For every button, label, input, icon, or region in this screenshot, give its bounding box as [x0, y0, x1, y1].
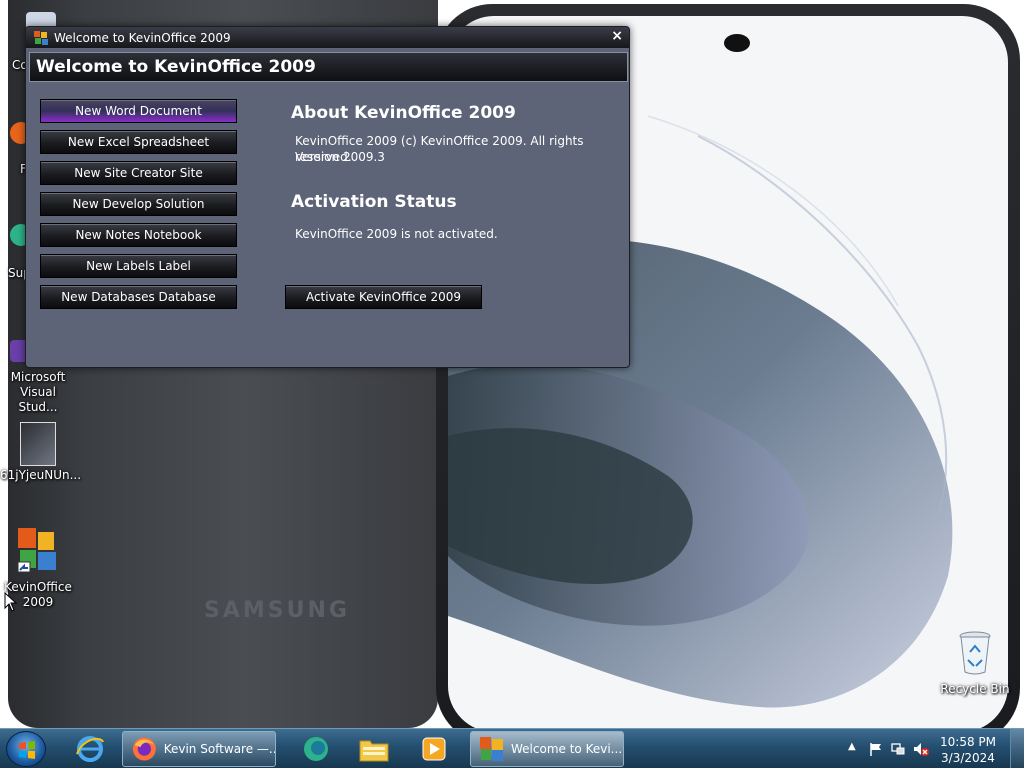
- system-tray: ▲ 10:58 PM 3/3/2024: [834, 729, 1024, 768]
- support-chat-icon: [304, 737, 328, 761]
- taskbar-task-kevinoffice[interactable]: Welcome to Kevi...: [470, 731, 624, 767]
- about-title: About KevinOffice 2009: [291, 103, 516, 123]
- new-site-creator-site-button[interactable]: New Site Creator Site: [40, 161, 237, 185]
- action-center-flag-icon[interactable]: [868, 741, 884, 757]
- network-icon[interactable]: [890, 741, 906, 757]
- start-button[interactable]: [6, 731, 46, 767]
- desktop-icon-recycle-bin[interactable]: Recycle Bin: [937, 630, 1013, 697]
- kevinoffice-welcome-window: Welcome to KevinOffice 2009 × Welcome to…: [25, 26, 630, 368]
- wallpaper-brand: SAMSUNG: [204, 598, 350, 623]
- window-title: Welcome to KevinOffice 2009: [54, 30, 231, 45]
- new-word-document-button[interactable]: New Word Document: [40, 99, 237, 123]
- internet-explorer-icon: [76, 736, 104, 762]
- new-excel-spreadsheet-button[interactable]: New Excel Spreadsheet: [40, 130, 237, 154]
- clock-time: 10:58 PM: [940, 735, 996, 749]
- image-thumbnail-icon: [20, 422, 56, 466]
- window-titlebar[interactable]: Welcome to KevinOffice 2009 ×: [26, 27, 629, 48]
- taskbar-internet-explorer[interactable]: [64, 733, 116, 765]
- close-button[interactable]: ×: [611, 28, 623, 44]
- taskbar-file-explorer[interactable]: [348, 733, 400, 765]
- volume-muted-icon[interactable]: [912, 741, 930, 757]
- new-databases-database-button[interactable]: New Databases Database: [40, 285, 237, 309]
- taskbar-task-firefox[interactable]: Kevin Software —...: [122, 731, 276, 767]
- image-file-label: 61jYjeuNUn...: [0, 468, 82, 482]
- visual-studio-label-line2: Visual Stud...: [18, 385, 58, 414]
- clock[interactable]: 10:58 PM 3/3/2024: [940, 734, 996, 766]
- about-version: Version 2009.3: [295, 150, 385, 164]
- show-desktop-button[interactable]: [1010, 729, 1024, 768]
- desktop-icon-visual-studio[interactable]: Microsoft Visual Stud...: [0, 370, 76, 415]
- clock-date: 3/3/2024: [941, 751, 995, 765]
- new-notes-notebook-button[interactable]: New Notes Notebook: [40, 223, 237, 247]
- activate-kevinoffice-button[interactable]: Activate KevinOffice 2009: [285, 285, 482, 309]
- taskbar-media-player[interactable]: [408, 733, 460, 765]
- new-labels-label-button[interactable]: New Labels Label: [40, 254, 237, 278]
- window-header: Welcome to KevinOffice 2009: [29, 52, 628, 82]
- recycle-bin-label: Recycle Bin: [940, 682, 1010, 696]
- visual-studio-label-line1: Microsoft: [10, 370, 66, 384]
- desktop-icon-image-file[interactable]: 61jYjeuNUn...: [0, 422, 82, 483]
- recycle-bin-icon: [959, 631, 991, 675]
- task-label: Kevin Software —...: [163, 742, 275, 756]
- taskbar: Kevin Software —... Welcome to Kevi... ▲: [0, 728, 1024, 768]
- media-player-icon: [422, 737, 446, 761]
- kevinoffice-logo-icon: [17, 528, 56, 573]
- phone-camera-icon: [724, 34, 750, 52]
- new-develop-solution-button[interactable]: New Develop Solution: [40, 192, 237, 216]
- header-title: Welcome to KevinOffice 2009: [36, 57, 316, 77]
- taskbar-support-app[interactable]: [290, 733, 342, 765]
- task-label: Welcome to Kevi...: [511, 742, 623, 756]
- kevinoffice-task-icon: [480, 737, 503, 761]
- windows-logo-icon: [19, 741, 35, 759]
- activation-title: Activation Status: [291, 192, 457, 212]
- firefox-icon: [132, 737, 156, 761]
- show-hidden-icons-chevron-icon[interactable]: ▲: [848, 741, 856, 752]
- mouse-cursor-icon: [4, 592, 18, 612]
- activation-status: KevinOffice 2009 is not activated.: [295, 227, 498, 241]
- app-small-icon: [34, 30, 48, 45]
- folder-icon: [359, 740, 389, 762]
